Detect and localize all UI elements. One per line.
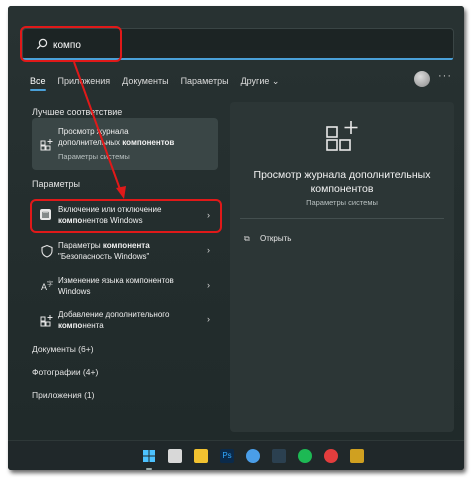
list-item-line2: "Безопасность Windows" [58,252,150,261]
list-item-line1: Добавление дополнительного [58,310,170,319]
category-photos[interactable]: Фотографии (4+) [32,367,98,377]
list-item-label: Изменение языка компонентов Windows [58,275,208,297]
tab-all[interactable]: Все [30,76,46,91]
avatar[interactable] [414,71,430,87]
active-indicator [146,468,152,470]
photoshop-icon[interactable]: Ps [220,449,234,463]
highlight-box-search [20,26,122,62]
list-item-line2: Windows [58,287,91,296]
optional-features-icon [326,121,358,151]
chevron-right-icon: › [207,280,210,290]
shield-icon [41,244,53,258]
best-match-title-bold: компонентов [122,138,175,147]
tab-settings[interactable]: Параметры [181,76,229,86]
language-icon: A字 [40,282,54,292]
preview-subtitle: Параметры системы [306,198,378,207]
best-match-heading: Лучшее соответствие [32,107,123,117]
vivaldi-icon[interactable] [324,449,338,463]
category-apps[interactable]: Приложения (1) [32,390,94,400]
task-view-icon[interactable] [168,449,182,463]
open-icon: ⧉ [244,234,250,243]
more-options-icon[interactable]: ··· [438,70,452,82]
list-item-line1: Изменение языка компонентов [58,276,174,285]
open-action[interactable]: ⧉ Открыть [244,234,291,244]
best-match-title: Просмотр журнала дополнительных компонен… [58,126,208,148]
app-icon[interactable] [350,449,364,463]
file-explorer-icon[interactable] [194,449,208,463]
list-item-prefix: Параметры [58,241,103,250]
best-match-item[interactable]: Просмотр журнала дополнительных компонен… [32,118,218,170]
list-item-language-components[interactable]: A字 Изменение языка компонентов Windows › [32,271,218,301]
best-match-subtitle: Параметры системы [58,152,130,161]
list-item-security-component[interactable]: Параметры компонента "Безопасность Windo… [32,236,218,266]
app-icon[interactable] [272,449,286,463]
highlight-box-windows-features [30,199,222,233]
best-match-title-line1: Просмотр журнала [58,127,129,136]
filter-tabs: Все Приложения Документы Параметры Други… [30,72,291,91]
tab-apps[interactable]: Приложения [58,76,111,86]
preview-pane: Просмотр журнала дополнительных компонен… [230,102,454,432]
taskbar: Ps [8,440,464,470]
spotify-icon[interactable] [298,449,312,463]
chevron-right-icon: › [207,245,210,255]
list-item-rest: нента [82,321,104,330]
preview-title-line2: компонентов [310,183,374,195]
tab-documents[interactable]: Документы [122,76,168,86]
list-item-bold: компонента [102,241,150,250]
preview-title-line1: Просмотр журнала дополнительных [253,169,431,181]
list-item-add-optional-component[interactable]: Добавление дополнительного компонента › [32,305,218,335]
start-search-panel: Все Приложения Документы Параметры Други… [8,6,464,440]
screenshot-frame: Все Приложения Документы Параметры Други… [8,6,464,470]
list-item-label: Добавление дополнительного компонента [58,309,208,331]
divider [240,218,444,219]
browser-icon[interactable] [246,449,260,463]
list-item-label: Параметры компонента "Безопасность Windo… [58,240,208,262]
optional-features-icon [40,315,53,327]
windows-start-icon[interactable] [142,449,156,463]
optional-features-icon [40,139,53,151]
list-item-bold: компо [58,321,83,330]
preview-title: Просмотр журнала дополнительных компонен… [230,168,454,196]
chevron-right-icon: › [207,314,210,324]
tab-other[interactable]: Другие ⌄ [241,76,280,87]
open-label: Открыть [260,234,292,243]
category-documents[interactable]: Документы (6+) [32,344,94,354]
settings-heading: Параметры [32,179,80,189]
best-match-title-prefix: дополнительных [58,138,123,147]
